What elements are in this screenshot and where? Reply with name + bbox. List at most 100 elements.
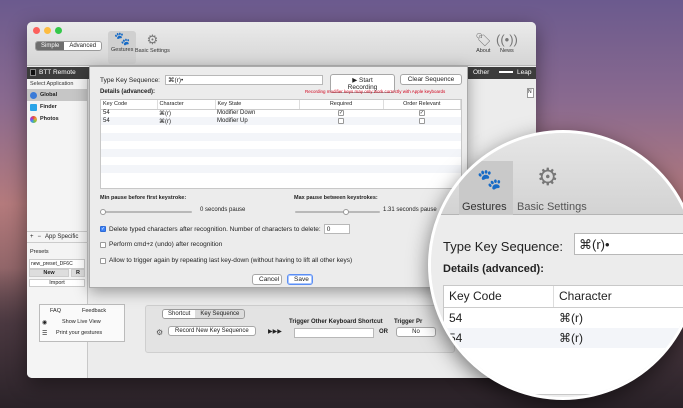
window-controls: [33, 27, 62, 34]
or-label: OR: [379, 329, 388, 335]
key-state-cell: Modifier Up: [215, 117, 299, 125]
predefined-action-select[interactable]: No: [396, 327, 436, 337]
other-tab[interactable]: Other: [473, 69, 489, 76]
undo-checkbox[interactable]: [100, 241, 106, 248]
magnified-col-key-code[interactable]: Key Code: [444, 286, 554, 307]
col-key-code[interactable]: Key Code: [101, 100, 158, 110]
tab-shortcut[interactable]: Shortcut: [163, 310, 196, 318]
rename-preset-button[interactable]: R: [71, 269, 85, 277]
zoom-magnifier: 🐾 Gestures ⚙ Basic Settings Type Key Seq…: [428, 130, 683, 400]
app-sidebar: Select Application Global Finder Photos …: [27, 79, 125, 378]
faq-button[interactable]: FAQ: [50, 308, 61, 314]
key-details-table: Key Code Character Key State Required Or…: [100, 99, 462, 189]
zoom-window-button[interactable]: [55, 27, 62, 34]
print-gestures-button[interactable]: Print your gestures: [56, 330, 102, 336]
repeat-trigger-checkbox[interactable]: [100, 257, 106, 264]
record-new-key-sequence-button[interactable]: Record New Key Sequence: [168, 326, 256, 336]
close-window-button[interactable]: [33, 27, 40, 34]
list-icon: ☰: [42, 331, 48, 337]
col-order-relevant[interactable]: Order Relevant: [383, 100, 461, 110]
new-preset-button[interactable]: New: [29, 269, 69, 277]
feedback-button[interactable]: Feedback: [82, 308, 106, 314]
column-n-header: N: [527, 88, 534, 98]
magnified-key-sequence-field[interactable]: ⌘(r)•: [574, 233, 683, 255]
finder-icon: [30, 103, 37, 111]
required-checkbox[interactable]: [338, 117, 344, 124]
sidebar-item-finder[interactable]: Finder: [27, 101, 87, 113]
table-row[interactable]: 54 ⌘(r): [444, 308, 683, 328]
news-label: News: [500, 48, 514, 54]
undo-label: Perform cmd+z (undo) after recognition: [109, 241, 223, 248]
delete-chars-checkbox[interactable]: ✓: [100, 226, 106, 232]
btt-remote-tab[interactable]: BTT Remote: [39, 69, 76, 76]
col-character[interactable]: Character: [157, 100, 216, 110]
table-row[interactable]: 54 ⌘(r): [444, 328, 683, 348]
broadcast-icon: ((•)): [496, 32, 518, 47]
magnified-gestures-label: Gestures: [462, 201, 507, 213]
play-icon: ▶: [352, 77, 358, 84]
remove-app-button[interactable]: −: [38, 234, 42, 240]
magnified-toolbar: 🐾 Gestures ⚙ Basic Settings: [431, 133, 683, 215]
basic-settings-toolbar-button[interactable]: ⚙ Basic Settings: [135, 32, 170, 54]
tags-icon: 🏷: [475, 32, 492, 47]
save-button[interactable]: Save: [287, 274, 313, 285]
leap-tab[interactable]: Leap: [517, 69, 531, 76]
import-button[interactable]: Import: [29, 279, 85, 287]
key-state-cell: Modifier Down: [217, 110, 256, 117]
col-required[interactable]: Required: [299, 100, 384, 110]
minimize-window-button[interactable]: [44, 27, 51, 34]
magnified-key-table: Key Code Character 54 ⌘(r) 54 ⌘(r): [443, 285, 683, 395]
app-specific-bar: + − App Specific: [27, 231, 88, 243]
min-pause-label: Min pause before first keystroke:: [100, 195, 187, 201]
max-pause-slider[interactable]: [295, 209, 380, 215]
gear-icon: ⚙: [146, 32, 159, 47]
clear-sequence-button[interactable]: Clear Sequence: [400, 74, 462, 85]
max-pause-knob[interactable]: [343, 209, 349, 215]
magnified-gestures-button[interactable]: 🐾 Gestures: [459, 161, 513, 215]
min-pause-knob[interactable]: [100, 209, 106, 215]
window-toolbar: Simple Advanced 🐾 Gestures ⚙ Basic Setti…: [27, 22, 536, 66]
max-pause-value: 1.31 seconds pause: [383, 207, 437, 213]
key-sequence-dialog: Type Key Sequence: ⌘(r)• ▶ Start Recordi…: [89, 66, 468, 288]
magnified-col-character[interactable]: Character: [554, 286, 617, 307]
details-label: Details (advanced):: [100, 89, 156, 95]
select-application-header: Select Application: [30, 81, 74, 87]
cancel-button[interactable]: Cancel: [252, 274, 282, 285]
table-row[interactable]: 54 ⌘(r) Modifier Up: [101, 117, 461, 125]
about-toolbar-button[interactable]: 🏷 About: [475, 32, 492, 54]
required-checkbox[interactable]: ✓: [338, 109, 344, 116]
key-code-cell: 54: [101, 117, 157, 125]
gear-icon: ⚙: [156, 328, 164, 337]
news-toolbar-button[interactable]: ((•)) News: [496, 32, 518, 54]
min-pause-slider[interactable]: [100, 209, 192, 215]
order-relevant-checkbox[interactable]: ✓: [418, 109, 425, 116]
trigger-predefined-label: Trigger Pr: [394, 319, 423, 325]
sidebar-item-photos[interactable]: Photos: [27, 113, 87, 125]
magnified-character-cell: ⌘(r): [559, 331, 583, 345]
advanced-mode-button[interactable]: Advanced: [64, 42, 102, 50]
magnified-key-code-cell: 54: [449, 331, 463, 345]
preset-name-field[interactable]: new_preset_DF6C: [29, 259, 85, 269]
simple-mode-button[interactable]: Simple: [36, 42, 65, 50]
shortcut-recorder-field[interactable]: [294, 328, 374, 338]
help-panel: FAQ Feedback ◉ Show Live View ☰ Print yo…: [39, 304, 125, 342]
table-row[interactable]: 54 ⌘(r) Modifier Down ✓ ✓: [101, 109, 461, 117]
order-relevant-checkbox[interactable]: [418, 117, 425, 124]
show-live-view-button[interactable]: Show Live View: [62, 319, 101, 325]
delete-chars-label: Delete typed characters after recognitio…: [109, 225, 321, 233]
keyboard-warning: Recording modifier keys may only work co…: [305, 89, 446, 94]
tab-key-sequence[interactable]: Key Sequence: [195, 310, 245, 318]
delete-count-field[interactable]: 0: [323, 224, 350, 234]
magnified-basic-settings-button[interactable]: ⚙ Basic Settings: [515, 161, 605, 215]
character-cell: ⌘(r): [157, 117, 215, 125]
paw-icon: 🐾: [114, 31, 131, 46]
gestures-toolbar-button[interactable]: 🐾 Gestures: [108, 31, 137, 64]
character-cell: ⌘(r): [159, 110, 171, 117]
col-key-state[interactable]: Key State: [215, 100, 300, 110]
sidebar-item-global[interactable]: Global: [27, 89, 87, 101]
magnified-type-key-sequence-label: Type Key Sequence:: [443, 239, 563, 254]
key-sequence-field[interactable]: ⌘(r)•: [165, 75, 323, 85]
add-app-button[interactable]: +: [30, 234, 34, 240]
magnified-details-label: Details (advanced):: [443, 263, 544, 275]
arrows-label: ▶▶▶: [268, 329, 282, 335]
